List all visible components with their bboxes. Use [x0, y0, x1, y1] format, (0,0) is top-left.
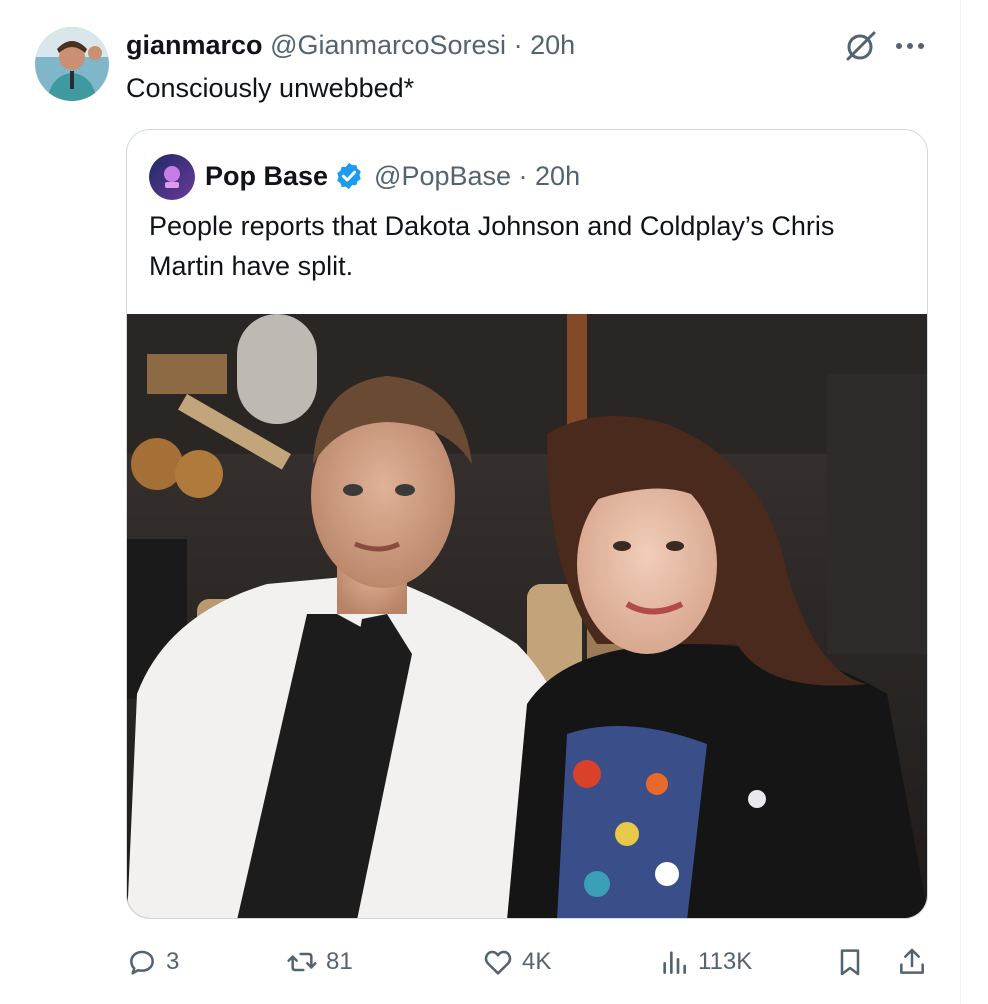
bookmark-icon: [840, 949, 860, 976]
views-icon: [663, 951, 686, 974]
more-icon[interactable]: [890, 28, 930, 64]
grok-icon[interactable]: [841, 28, 879, 66]
reply-icon: [130, 950, 154, 975]
like-count: 4K: [522, 948, 552, 975]
reply-button[interactable]: 3: [126, 940, 179, 984]
quoted-tweet[interactable]: Pop Base @PopBase · 20h People reports t…: [126, 129, 928, 919]
author-handle[interactable]: @GianmarcoSoresi: [270, 30, 506, 60]
tweet-text: Consciously unwebbed*: [126, 73, 415, 103]
like-button[interactable]: 4K: [482, 940, 551, 984]
quoted-author-avatar[interactable]: [149, 154, 195, 200]
views-count: 113K: [698, 948, 753, 975]
quoted-handle-time[interactable]: @PopBase · 20h: [374, 156, 580, 196]
quoted-media-image[interactable]: [127, 314, 928, 919]
retweet-icon: [287, 952, 317, 972]
verified-badge-icon: [337, 162, 361, 190]
author-name[interactable]: gianmarco: [126, 30, 263, 60]
retweet-count: 81: [326, 948, 353, 975]
tweet-time[interactable]: 20h: [530, 30, 575, 60]
separator: ·: [513, 30, 523, 60]
reply-count: 3: [166, 948, 180, 975]
retweet-button[interactable]: 81: [286, 940, 353, 984]
bookmark-button[interactable]: [834, 940, 866, 984]
author-avatar[interactable]: [35, 27, 109, 101]
share-button[interactable]: [896, 940, 928, 984]
views-button[interactable]: 113K: [658, 940, 752, 984]
share-icon: [900, 948, 924, 974]
like-icon: [484, 950, 512, 975]
quoted-text: People reports that Dakota Johnson and C…: [149, 211, 835, 281]
tweet-header: gianmarco @GianmarcoSoresi · 20h: [126, 26, 575, 64]
tweet-action-bar: 3 81 4K 113K: [126, 940, 934, 984]
quoted-author-name[interactable]: Pop Base: [205, 156, 328, 196]
column-divider: [960, 0, 961, 1004]
quoted-header: Pop Base @PopBase · 20h: [205, 156, 580, 196]
